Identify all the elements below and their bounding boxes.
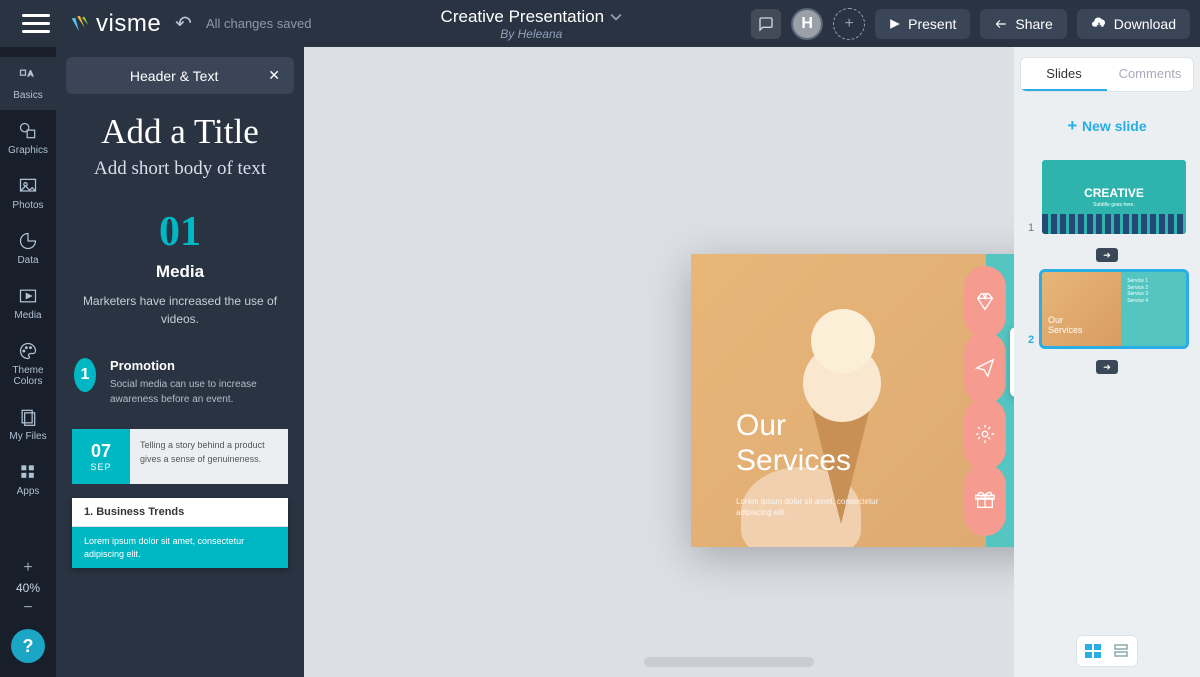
service-item-4[interactable]: Service 4Add your detail description her… bbox=[964, 464, 1014, 536]
left-rail: ABasics Graphics Photos Data Media Theme… bbox=[0, 47, 56, 677]
template-title[interactable]: Add a Title bbox=[66, 112, 294, 152]
rail-graphics[interactable]: Graphics bbox=[0, 112, 56, 165]
rail-basics[interactable]: ABasics bbox=[0, 57, 56, 110]
top-bar: visme ↶ All changes saved Creative Prese… bbox=[0, 0, 1200, 47]
zoom-out-button[interactable]: − bbox=[23, 599, 32, 617]
paper-plane-icon bbox=[974, 357, 996, 379]
panel-title: Header & Text bbox=[80, 68, 268, 84]
slide-image-area: OurServices Lorem ipsum dolor sit amet, … bbox=[691, 254, 986, 547]
media-icon bbox=[17, 286, 39, 306]
transition-icon[interactable]: ➔ bbox=[1096, 248, 1118, 262]
template-media-block[interactable]: 01 Media Marketers have increased the us… bbox=[66, 208, 294, 328]
gear-icon bbox=[974, 423, 996, 445]
zoom-in-button[interactable]: + bbox=[23, 559, 32, 577]
cloud-download-icon bbox=[1091, 17, 1107, 31]
tab-comments[interactable]: Comments bbox=[1107, 58, 1193, 91]
expand-panel-button[interactable]: › bbox=[1010, 327, 1014, 397]
list-view-icon[interactable] bbox=[1110, 641, 1132, 661]
slides-panel: Slides Comments + New slide 1 CREATIVE S… bbox=[1014, 47, 1200, 677]
rail-theme-colors[interactable]: Theme Colors bbox=[0, 332, 56, 396]
svg-text:A: A bbox=[28, 69, 33, 78]
logo-text: visme bbox=[96, 10, 161, 38]
template-subtitle[interactable]: Add short body of text bbox=[66, 158, 294, 180]
slide-lorem[interactable]: Lorem ipsum dolor sit amet, consectetur … bbox=[736, 496, 906, 518]
slides-tabs: Slides Comments bbox=[1020, 57, 1194, 92]
files-icon bbox=[17, 407, 39, 427]
text-icon: A bbox=[17, 66, 39, 86]
grid-view-icon[interactable] bbox=[1082, 641, 1104, 661]
diamond-icon bbox=[974, 291, 996, 313]
rail-apps[interactable]: Apps bbox=[0, 453, 56, 506]
rail-media[interactable]: Media bbox=[0, 277, 56, 330]
logo[interactable]: visme bbox=[68, 10, 161, 38]
transition-icon[interactable]: ➔ bbox=[1096, 360, 1118, 374]
slide-services: Service 1Add your detail description her… bbox=[986, 254, 1014, 547]
comment-icon[interactable] bbox=[751, 9, 781, 39]
zoom-control: + 40% − bbox=[16, 559, 40, 617]
undo-icon[interactable]: ↶ bbox=[175, 11, 192, 36]
apps-icon bbox=[17, 462, 39, 482]
panel-header: Header & Text ✕ bbox=[66, 57, 294, 94]
slide[interactable]: OurServices Lorem ipsum dolor sit amet, … bbox=[691, 254, 1014, 547]
palette-icon bbox=[17, 341, 39, 361]
view-modes bbox=[1076, 635, 1138, 667]
number-badge: 1 bbox=[74, 358, 96, 392]
rail-data[interactable]: Data bbox=[0, 222, 56, 275]
add-user-button[interactable]: + bbox=[833, 8, 865, 40]
chart-icon bbox=[17, 231, 39, 251]
play-icon bbox=[889, 18, 901, 30]
elements-panel: Header & Text ✕ Add a Title Add short bo… bbox=[56, 47, 304, 677]
template-promotion-block[interactable]: 1 Promotion Social media can use to incr… bbox=[66, 358, 294, 407]
rail-photos[interactable]: Photos bbox=[0, 167, 56, 220]
doc-byline: By Heleana bbox=[311, 27, 751, 41]
save-status: All changes saved bbox=[206, 16, 312, 31]
new-slide-button[interactable]: + New slide bbox=[1020, 102, 1194, 150]
template-date-card[interactable]: 07SEP Telling a story behind a product g… bbox=[72, 429, 288, 484]
download-button[interactable]: Download bbox=[1077, 9, 1190, 39]
close-icon[interactable]: ✕ bbox=[268, 67, 280, 84]
title-block[interactable]: Creative Presentation By Heleana bbox=[311, 7, 751, 41]
zoom-value: 40% bbox=[16, 581, 40, 595]
service-item-1[interactable]: Service 1Add your detail description her… bbox=[964, 266, 1014, 338]
thumb-1[interactable]: 1 CREATIVE Subtitle goes here. bbox=[1028, 160, 1186, 234]
menu-icon[interactable] bbox=[22, 14, 50, 33]
rail-my-files[interactable]: My Files bbox=[0, 398, 56, 451]
template-trends-card[interactable]: 1. Business Trends Lorem ipsum dolor sit… bbox=[72, 498, 288, 568]
service-item-3[interactable]: Service 3Add your detail description her… bbox=[964, 398, 1014, 470]
canvas[interactable]: OurServices Lorem ipsum dolor sit amet, … bbox=[304, 47, 1014, 677]
doc-title: Creative Presentation bbox=[441, 7, 604, 27]
help-button[interactable]: ? bbox=[11, 629, 45, 663]
share-button[interactable]: Share bbox=[980, 9, 1066, 39]
logo-mark-icon bbox=[68, 13, 90, 35]
chevron-down-icon[interactable] bbox=[610, 11, 622, 23]
image-icon bbox=[17, 176, 39, 196]
slide-title[interactable]: OurServices bbox=[736, 409, 851, 478]
tab-slides[interactable]: Slides bbox=[1021, 58, 1107, 91]
horizontal-scrollbar[interactable] bbox=[644, 657, 814, 667]
service-item-2[interactable]: Service 2Add your detail description her… bbox=[964, 332, 1014, 404]
gift-icon bbox=[974, 489, 996, 511]
shapes-icon bbox=[17, 121, 39, 141]
avatar[interactable]: H bbox=[791, 8, 823, 40]
present-button[interactable]: Present bbox=[875, 9, 970, 39]
share-icon bbox=[994, 17, 1008, 31]
thumb-2[interactable]: 2 OurServices Service 1Service 2Service … bbox=[1028, 272, 1186, 346]
